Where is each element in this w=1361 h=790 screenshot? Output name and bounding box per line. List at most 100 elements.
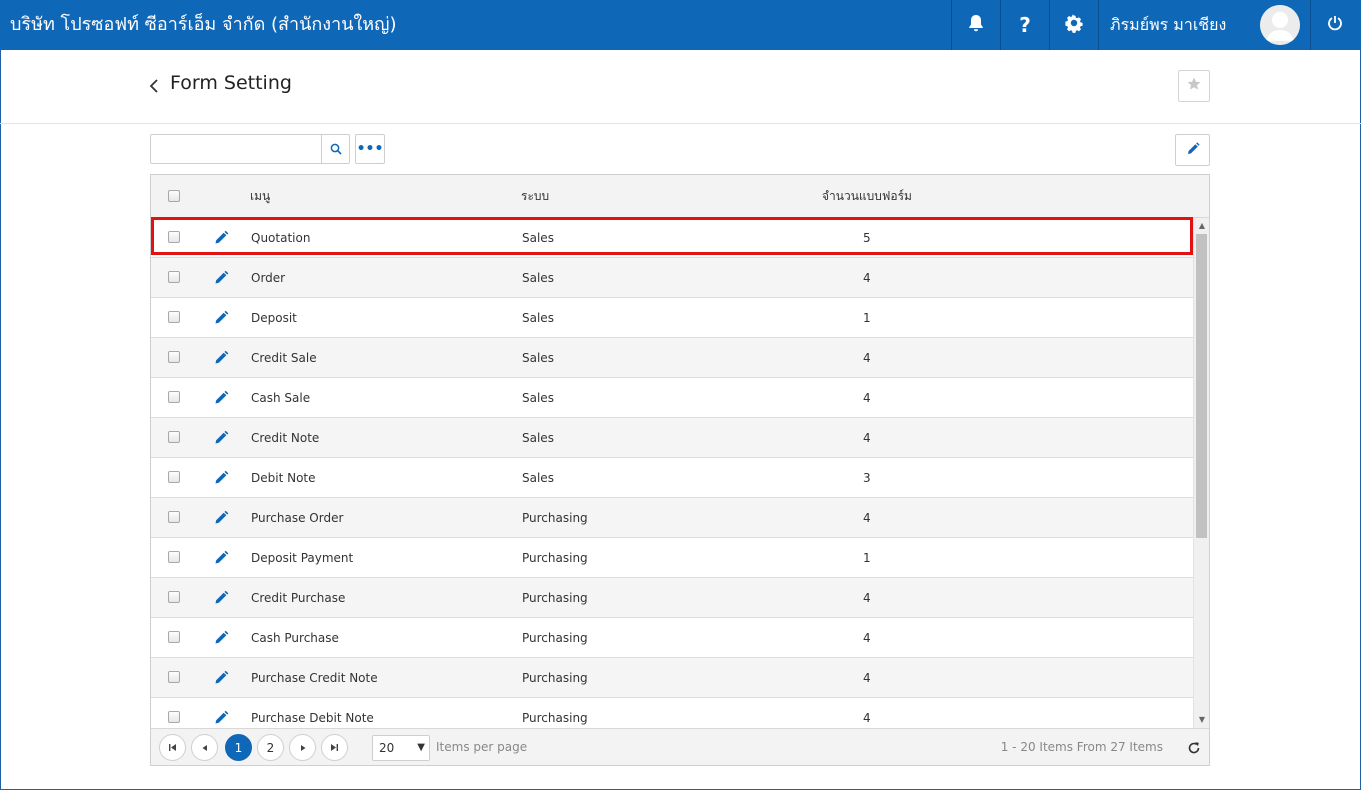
edit-button[interactable] [1175, 134, 1210, 166]
page-size-select[interactable]: 20 ▼ [372, 735, 430, 761]
pencil-icon[interactable] [213, 470, 229, 486]
pager-info: 1 - 20 Items From 27 Items [1000, 740, 1163, 754]
help-button[interactable]: ? [1001, 0, 1049, 50]
settings-button[interactable] [1050, 0, 1098, 50]
page-1-button[interactable]: 1 [225, 734, 252, 761]
table-row[interactable]: Cash Sale Sales 4 [151, 378, 1193, 418]
cell-menu: Purchase Order [251, 511, 344, 525]
more-options-button[interactable]: ••• [355, 134, 385, 164]
cell-form-count: 4 [863, 391, 871, 405]
cell-menu: Credit Note [251, 431, 320, 445]
previous-page-icon [201, 741, 209, 755]
notification-button[interactable] [952, 0, 1000, 50]
column-header-system[interactable]: ระบบ [521, 175, 549, 218]
pencil-icon[interactable] [213, 390, 229, 406]
avatar[interactable] [1260, 5, 1300, 45]
scrollbar-thumb[interactable] [1196, 234, 1207, 538]
cell-system: Sales [522, 471, 554, 485]
pencil-icon[interactable] [213, 270, 229, 286]
logout-button[interactable] [1311, 0, 1359, 50]
table-row[interactable]: Credit Purchase Purchasing 4 [151, 578, 1193, 618]
row-checkbox[interactable] [168, 231, 180, 243]
pencil-icon[interactable] [213, 510, 229, 526]
cell-system: Sales [522, 271, 554, 285]
pencil-icon[interactable] [213, 430, 229, 446]
page-size-value: 20 [379, 741, 395, 755]
cell-system: Purchasing [522, 551, 588, 565]
pencil-icon[interactable] [213, 550, 229, 566]
select-all-checkbox[interactable] [168, 190, 180, 202]
last-page-icon [330, 741, 339, 755]
table-row[interactable]: Deposit Payment Purchasing 1 [151, 538, 1193, 578]
row-checkbox[interactable] [168, 271, 180, 283]
table-row[interactable]: Purchase Credit Note Purchasing 4 [151, 658, 1193, 698]
search-icon [330, 140, 342, 159]
table-row[interactable]: Debit Note Sales 3 [151, 458, 1193, 498]
favorite-button[interactable] [1178, 70, 1210, 102]
cell-system: Purchasing [522, 671, 588, 685]
row-checkbox[interactable] [168, 711, 180, 723]
cell-menu: Deposit Payment [251, 551, 354, 565]
vertical-scrollbar[interactable]: ▲ ▼ [1193, 218, 1209, 728]
cell-system: Purchasing [522, 511, 588, 525]
refresh-button[interactable] [1187, 740, 1201, 754]
scroll-up-arrow[interactable]: ▲ [1197, 221, 1207, 231]
row-checkbox[interactable] [168, 391, 180, 403]
pencil-icon[interactable] [213, 710, 229, 726]
cell-system: Sales [522, 431, 554, 445]
row-checkbox[interactable] [168, 631, 180, 643]
cell-form-count: 5 [863, 231, 871, 245]
table-row[interactable]: Credit Note Sales 4 [151, 418, 1193, 458]
row-checkbox[interactable] [168, 431, 180, 443]
page-2-button[interactable]: 2 [257, 734, 284, 761]
row-checkbox[interactable] [168, 551, 180, 563]
form-setting-grid: เมนู ระบบ จำนวนแบบฟอร์ม Quotation Sales 5 O… [150, 174, 1210, 766]
cell-form-count: 3 [863, 471, 871, 485]
pager: 1 2 20 ▼ Items per page 1 - 20 Items Fro… [151, 728, 1209, 765]
column-header-form-count[interactable]: จำนวนแบบฟอร์ม [822, 175, 912, 218]
row-checkbox[interactable] [168, 671, 180, 683]
pencil-icon[interactable] [213, 230, 229, 246]
pencil-icon[interactable] [213, 590, 229, 606]
gear-icon [1064, 13, 1084, 37]
table-row[interactable]: Purchase Debit Note Purchasing 4 [151, 698, 1193, 728]
table-row[interactable]: Deposit Sales 1 [151, 298, 1193, 338]
table-row[interactable]: Credit Sale Sales 4 [151, 338, 1193, 378]
page-header: Form Setting [0, 50, 1361, 124]
row-checkbox[interactable] [168, 351, 180, 363]
pencil-icon[interactable] [213, 350, 229, 366]
cell-form-count: 4 [863, 711, 871, 725]
cell-menu: Credit Sale [251, 351, 317, 365]
search-box [150, 134, 350, 164]
search-button[interactable] [321, 135, 350, 163]
chevron-left-icon [148, 79, 162, 99]
column-header-menu[interactable]: เมนู [250, 175, 270, 218]
scroll-down-arrow[interactable]: ▼ [1197, 715, 1207, 725]
cell-menu: Cash Purchase [251, 631, 339, 645]
pencil-icon [1186, 141, 1200, 160]
row-checkbox[interactable] [168, 311, 180, 323]
pencil-icon[interactable] [213, 670, 229, 686]
cell-system: Sales [522, 351, 554, 365]
pencil-icon[interactable] [213, 310, 229, 326]
row-checkbox[interactable] [168, 511, 180, 523]
back-button[interactable] [148, 77, 162, 95]
last-page-button[interactable] [321, 734, 348, 761]
search-input[interactable] [151, 135, 321, 163]
cell-menu: Quotation [251, 231, 311, 245]
pencil-icon[interactable] [213, 630, 229, 646]
table-row[interactable]: Quotation Sales 5 [151, 218, 1193, 258]
next-page-button[interactable] [289, 734, 316, 761]
cell-form-count: 4 [863, 271, 871, 285]
row-checkbox[interactable] [168, 471, 180, 483]
bell-icon [968, 14, 984, 36]
cell-menu: Purchase Credit Note [251, 671, 378, 685]
first-page-button[interactable] [159, 734, 186, 761]
row-checkbox[interactable] [168, 591, 180, 603]
user-name[interactable]: ภิรมย์พร มาเชียง [1110, 0, 1226, 50]
table-row[interactable]: Order Sales 4 [151, 258, 1193, 298]
previous-page-button[interactable] [191, 734, 218, 761]
table-row[interactable]: Cash Purchase Purchasing 4 [151, 618, 1193, 658]
table-row[interactable]: Purchase Order Purchasing 4 [151, 498, 1193, 538]
cell-form-count: 4 [863, 631, 871, 645]
